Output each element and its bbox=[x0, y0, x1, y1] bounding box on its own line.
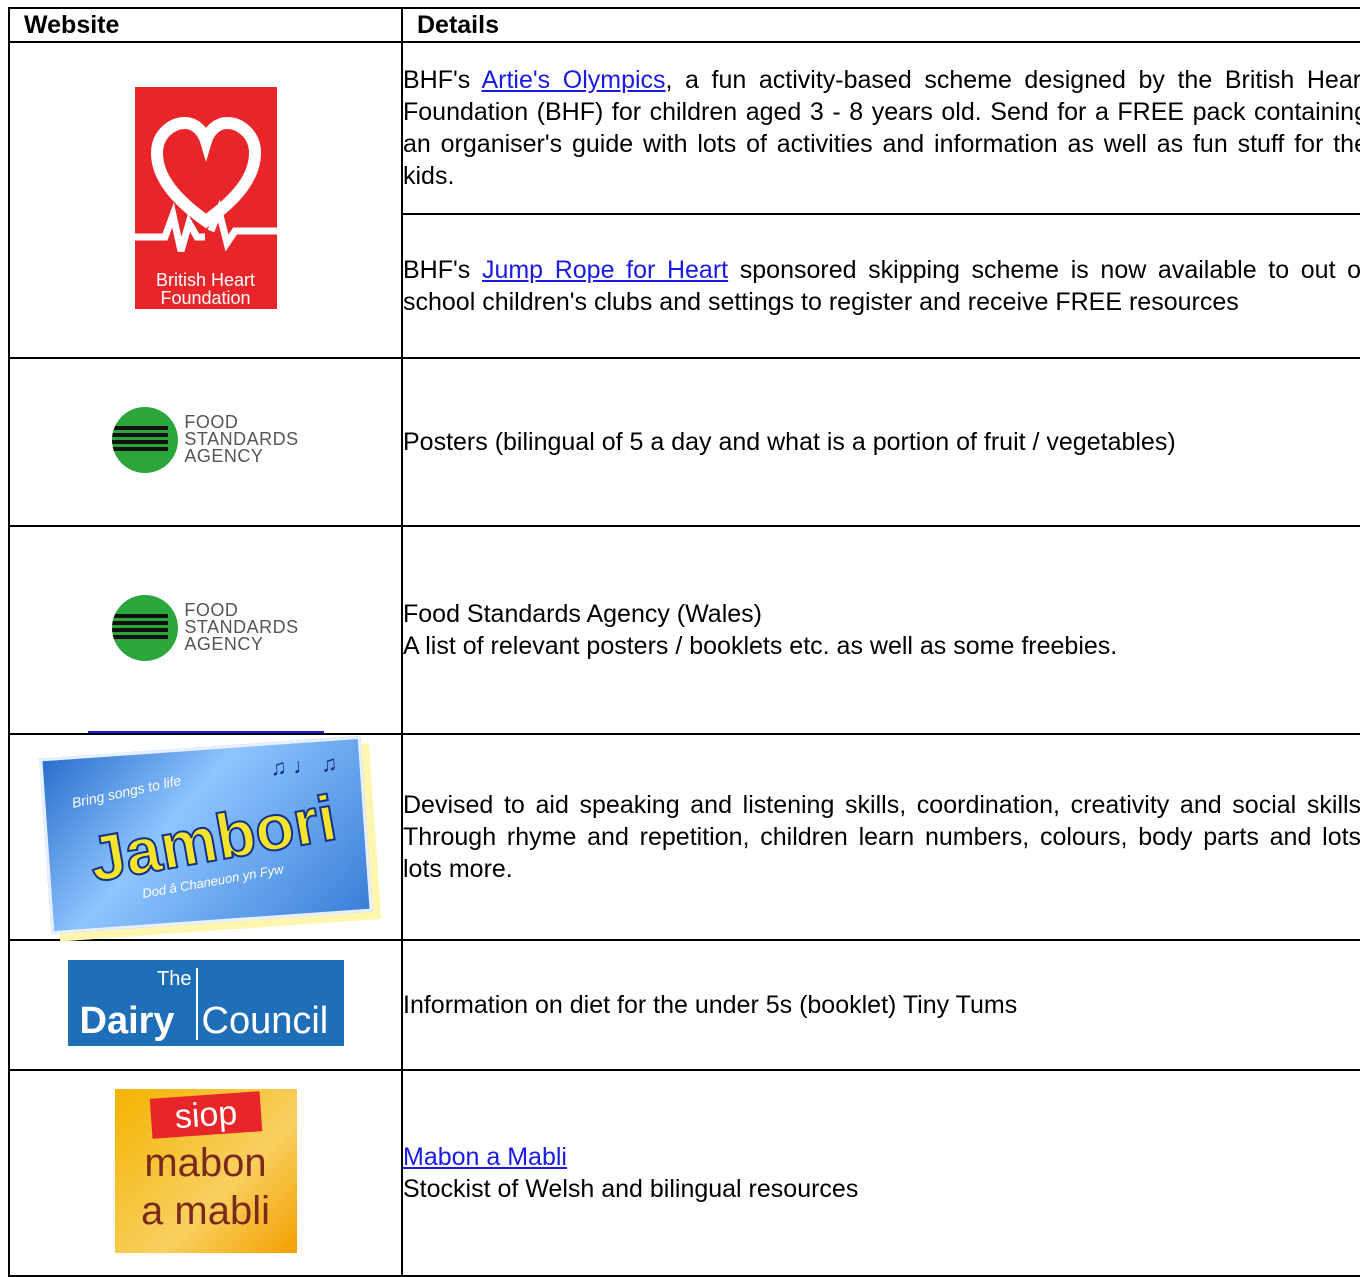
fsa-posters-details: Posters (bilingual of 5 a day and what i… bbox=[401, 357, 1360, 527]
fsa-wales-title: Food Standards Agency (Wales) bbox=[403, 600, 762, 628]
table-row-bhf-artie: British Heart Foundation BHF's Artie's O… bbox=[8, 41, 1360, 359]
mabon-a-mabli-link[interactable]: Mabon a Mabli bbox=[403, 1143, 567, 1171]
jambori-logo-cell: ♫ ♩ ♫ Bring songs to life Jambori Dod â … bbox=[8, 733, 403, 941]
fsa-logo[interactable]: FOOD STANDARDS AGENCY bbox=[112, 406, 299, 473]
table-row-mabon: siop mabon a mabli Mabon a Mabli Stockis… bbox=[8, 1069, 1360, 1277]
table-row-jambori: ♫ ♩ ♫ Bring songs to life Jambori Dod â … bbox=[8, 733, 1360, 941]
jambori-details: Devised to aid speaking and listening sk… bbox=[401, 733, 1360, 941]
table-row-dairy: The Dairy Council Information on diet fo… bbox=[8, 939, 1360, 1071]
heart-icon bbox=[134, 116, 277, 252]
bhf-jump-details: BHF's Jump Rope for Heart sponsored skip… bbox=[401, 213, 1360, 359]
jambori-logo[interactable]: ♫ ♩ ♫ Bring songs to life Jambori Dod â … bbox=[38, 735, 373, 934]
table-row-fsa-posters: FOOD STANDARDS AGENCY Posters (bilingual… bbox=[8, 357, 1360, 527]
bhf-logo-text: British Heart Foundation bbox=[155, 269, 256, 308]
mabon-a-mabli-logo[interactable]: siop mabon a mabli bbox=[114, 1088, 297, 1253]
link-underline bbox=[88, 731, 324, 733]
header-website: Website bbox=[8, 7, 403, 43]
fsa-wales-logo-cell: FOOD STANDARDS AGENCY bbox=[8, 525, 403, 735]
music-note-icon: ♫ ♩ ♫ bbox=[268, 750, 338, 780]
bhf-logo-cell: British Heart Foundation bbox=[8, 41, 403, 359]
resources-table: Website Details British Heart Foundation… bbox=[8, 7, 1360, 1277]
fork-icon bbox=[112, 594, 179, 661]
dairy-details: Information on diet for the under 5s (bo… bbox=[401, 939, 1360, 1071]
dairy-logo-cell: The Dairy Council bbox=[8, 939, 403, 1071]
table-row-fsa-wales: FOOD STANDARDS AGENCY Food Standards Age… bbox=[8, 525, 1360, 735]
mabon-details: Mabon a Mabli Stockist of Welsh and bili… bbox=[401, 1069, 1360, 1277]
fsa-wales-logo-text: FOOD STANDARDS AGENCY bbox=[184, 600, 299, 654]
artie-olympics-link[interactable]: Artie's Olympics bbox=[481, 66, 665, 94]
bhf-logo[interactable]: British Heart Foundation bbox=[134, 86, 277, 309]
mabon-logo-cell: siop mabon a mabli bbox=[8, 1069, 403, 1277]
mabon-description: Stockist of Welsh and bilingual resource… bbox=[403, 1175, 859, 1203]
fsa-wales-details: Food Standards Agency (Wales) A list of … bbox=[401, 525, 1360, 735]
header-row: Website Details bbox=[8, 7, 1360, 43]
fork-icon bbox=[112, 406, 179, 473]
fsa-logo-cell: FOOD STANDARDS AGENCY bbox=[8, 357, 403, 527]
fsa-wales-logo[interactable]: FOOD STANDARDS AGENCY bbox=[112, 594, 299, 661]
fsa-logo-text: FOOD STANDARDS AGENCY bbox=[184, 412, 299, 466]
bhf-artie-details: BHF's Artie's Olympics, a fun activity-b… bbox=[401, 41, 1360, 215]
dairy-council-logo[interactable]: The Dairy Council bbox=[67, 959, 344, 1046]
header-details: Details bbox=[401, 7, 1360, 43]
jump-rope-for-heart-link[interactable]: Jump Rope for Heart bbox=[482, 256, 728, 284]
fsa-wales-description: A list of relevant posters / booklets et… bbox=[403, 632, 1118, 660]
